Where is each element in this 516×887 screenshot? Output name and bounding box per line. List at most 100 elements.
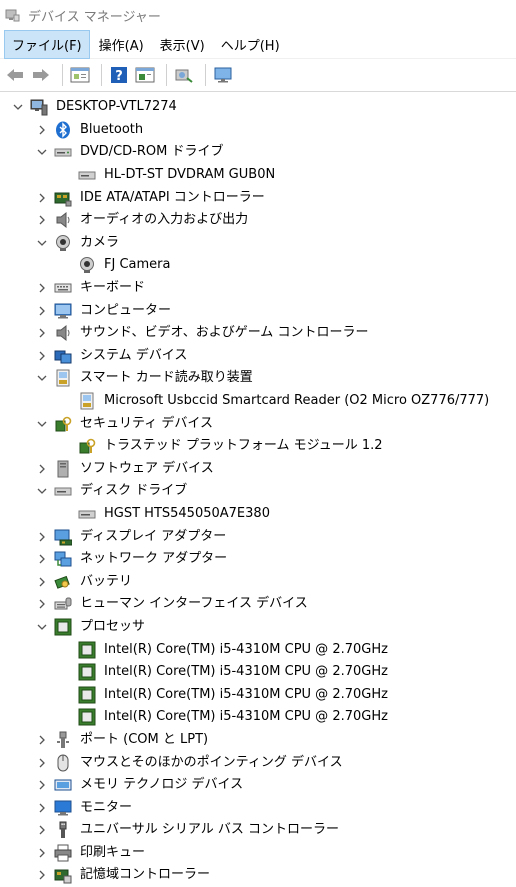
tree-item-label: Microsoft Usbccid Smartcard Reader (O2 M… (104, 393, 490, 409)
tree-item-label: ディスク ドライブ (80, 483, 188, 499)
chevron-right-icon[interactable] (34, 867, 50, 883)
tree-category-13[interactable]: ディスプレイ アダプター (0, 525, 516, 548)
chevron-down-icon[interactable] (34, 483, 50, 499)
storage-controller-icon (54, 866, 72, 884)
tree-category-2[interactable]: IDE ATA/ATAPI コントローラー (0, 186, 516, 209)
chevron-right-icon[interactable] (34, 551, 50, 567)
camera-icon (54, 234, 72, 252)
tree-category-9[interactable]: スマート カード読み取り装置 (0, 367, 516, 390)
tree-device-4-0[interactable]: FJ Camera (0, 254, 516, 277)
tree-category-0[interactable]: Bluetooth (0, 119, 516, 142)
chevron-right-icon[interactable] (34, 574, 50, 590)
tree-device-10-0[interactable]: トラステッド プラットフォーム モジュール 1.2 (0, 435, 516, 458)
disk-drive-icon (54, 482, 72, 500)
software-device-icon (54, 460, 72, 478)
tree-category-6[interactable]: コンピューター (0, 299, 516, 322)
tree-category-11[interactable]: ソフトウェア デバイス (0, 458, 516, 481)
display-adapter-icon (54, 528, 72, 546)
chevron-down-icon[interactable] (34, 370, 50, 386)
chevron-right-icon[interactable] (34, 190, 50, 206)
bluetooth-icon (54, 121, 72, 139)
tree-category-10[interactable]: セキュリティ デバイス (0, 412, 516, 435)
tree-category-1[interactable]: DVD/CD-ROM ドライブ (0, 141, 516, 164)
svg-text:?: ? (115, 69, 123, 84)
tree-category-20[interactable]: メモリ テクノロジ デバイス (0, 774, 516, 797)
tree-device-17-1[interactable]: Intel(R) Core(TM) i5-4310M CPU @ 2.70GHz (0, 661, 516, 684)
tree-item-label: Bluetooth (80, 121, 144, 137)
tree-item-label: バッテリ (80, 573, 133, 589)
dvd-drive-icon (54, 143, 72, 161)
speaker-icon (54, 324, 72, 342)
tree-category-4[interactable]: カメラ (0, 232, 516, 255)
menu-bar: ファイル(F) 操作(A) 表示(V) ヘルプ(H) (0, 29, 516, 59)
tree-category-8[interactable]: システム デバイス (0, 345, 516, 368)
chevron-right-icon[interactable] (34, 280, 50, 296)
monitor-icon[interactable] (212, 64, 234, 86)
menu-action[interactable]: 操作(A) (92, 31, 151, 58)
view-icon[interactable] (134, 64, 156, 86)
chevron-right-icon[interactable] (34, 325, 50, 341)
tree-category-19[interactable]: マウスとそのほかのポインティング デバイス (0, 751, 516, 774)
tree-item-label: トラステッド プラットフォーム モジュール 1.2 (104, 438, 383, 454)
tree-device-1-0[interactable]: HL-DT-ST DVDRAM GUB0N (0, 164, 516, 187)
window-title: デバイス マネージャー (28, 9, 161, 25)
chevron-right-icon[interactable] (34, 122, 50, 138)
tree-category-24[interactable]: 記憶域コントローラー (0, 864, 516, 887)
tree-root-computer[interactable]: DESKTOP-VTL7274 (0, 96, 516, 119)
tree-item-label: サウンド、ビデオ、およびゲーム コントローラー (80, 325, 369, 341)
mouse-icon (54, 754, 72, 772)
help-icon[interactable]: ? (108, 64, 130, 86)
camera-icon (78, 256, 96, 274)
tree-category-7[interactable]: サウンド、ビデオ、およびゲーム コントローラー (0, 322, 516, 345)
scan-hardware-icon[interactable] (173, 64, 195, 86)
tree-category-21[interactable]: モニター (0, 796, 516, 819)
chevron-down-icon[interactable] (34, 416, 50, 432)
chevron-right-icon[interactable] (34, 212, 50, 228)
tree-category-18[interactable]: ポート (COM と LPT) (0, 729, 516, 752)
tree-item-label: カメラ (80, 234, 120, 250)
chevron-right-icon[interactable] (34, 845, 50, 861)
toolbar-separator (166, 64, 167, 86)
tree-item-label: モニター (80, 799, 133, 815)
tree-device-17-0[interactable]: Intel(R) Core(TM) i5-4310M CPU @ 2.70GHz (0, 638, 516, 661)
tree-category-15[interactable]: バッテリ (0, 570, 516, 593)
chevron-down-icon[interactable] (34, 235, 50, 251)
menu-file[interactable]: ファイル(F) (4, 29, 90, 59)
chevron-right-icon[interactable] (34, 755, 50, 771)
tree-category-22[interactable]: ユニバーサル シリアル バス コントローラー (0, 819, 516, 842)
chevron-right-icon[interactable] (34, 822, 50, 838)
menu-help[interactable]: ヘルプ(H) (214, 31, 287, 58)
tree-category-5[interactable]: キーボード (0, 277, 516, 300)
tree-category-23[interactable]: 印刷キュー (0, 842, 516, 865)
chevron-down-icon[interactable] (34, 619, 50, 635)
tree-device-17-2[interactable]: Intel(R) Core(TM) i5-4310M CPU @ 2.70GHz (0, 683, 516, 706)
tree-item-label: システム デバイス (80, 347, 188, 363)
tree-category-16[interactable]: ヒューマン インターフェイス デバイス (0, 593, 516, 616)
chevron-down-icon[interactable] (10, 99, 26, 115)
chevron-right-icon[interactable] (34, 732, 50, 748)
tree-device-17-3[interactable]: Intel(R) Core(TM) i5-4310M CPU @ 2.70GHz (0, 706, 516, 729)
tree-category-14[interactable]: ネットワーク アダプター (0, 548, 516, 571)
back-icon[interactable] (4, 64, 26, 86)
tree-category-3[interactable]: オーディオの入力および出力 (0, 209, 516, 232)
tree-category-12[interactable]: ディスク ドライブ (0, 480, 516, 503)
chevron-right-icon[interactable] (34, 596, 50, 612)
properties-icon[interactable] (69, 64, 91, 86)
tree-category-17[interactable]: プロセッサ (0, 616, 516, 639)
menu-view[interactable]: 表示(V) (153, 31, 212, 58)
chevron-right-icon[interactable] (34, 777, 50, 793)
port-icon (54, 731, 72, 749)
chevron-right-icon[interactable] (34, 529, 50, 545)
chevron-right-icon[interactable] (34, 303, 50, 319)
chevron-right-icon[interactable] (34, 461, 50, 477)
smartcard-reader-icon (78, 392, 96, 410)
tree-item-label: コンピューター (80, 302, 172, 318)
tree-item-label: Intel(R) Core(TM) i5-4310M CPU @ 2.70GHz (104, 686, 388, 702)
chevron-right-icon[interactable] (34, 348, 50, 364)
tree-device-12-0[interactable]: HGST HTS545050A7E380 (0, 503, 516, 526)
chevron-down-icon[interactable] (34, 144, 50, 160)
forward-icon[interactable] (30, 64, 52, 86)
tree-device-9-0[interactable]: Microsoft Usbccid Smartcard Reader (O2 M… (0, 390, 516, 413)
chevron-right-icon[interactable] (34, 800, 50, 816)
tree-item-label: HGST HTS545050A7E380 (104, 505, 270, 521)
